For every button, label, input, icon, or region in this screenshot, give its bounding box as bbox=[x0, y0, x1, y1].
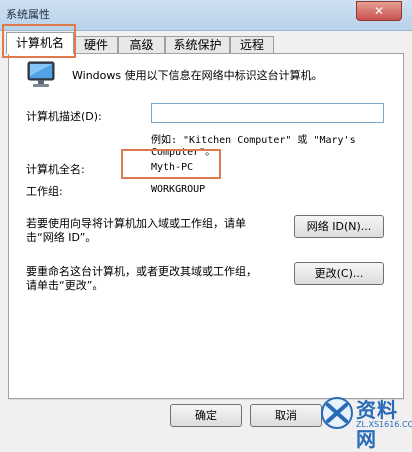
workgroup-value: WORKGROUP bbox=[151, 184, 206, 195]
full-name-highlight-frame bbox=[121, 149, 221, 179]
watermark: 资料网 ZL.XS1616.COM bbox=[320, 392, 412, 451]
intro-text: Windows 使用以下信息在网络中标识这台计算机。 bbox=[72, 69, 323, 82]
close-button[interactable]: ✕ bbox=[356, 1, 402, 21]
cancel-button[interactable]: 取消 bbox=[250, 404, 322, 427]
window-title: 系统属性 bbox=[6, 8, 50, 21]
description-label: 计算机描述(D): bbox=[26, 110, 102, 123]
ok-button[interactable]: 确定 bbox=[170, 404, 242, 427]
computer-icon bbox=[27, 61, 55, 87]
change-button[interactable]: 更改(C)... bbox=[294, 262, 384, 285]
watermark-url: ZL.XS1616.COM bbox=[356, 420, 412, 429]
description-input[interactable] bbox=[151, 103, 384, 123]
tab-advanced[interactable]: 高级 bbox=[118, 36, 165, 53]
close-icon: ✕ bbox=[373, 4, 385, 18]
tab-strip: 计算机名 硬件 高级 系统保护 远程 bbox=[0, 30, 412, 54]
title-bar: 系统属性 ✕ bbox=[0, 0, 412, 31]
watermark-logo-icon bbox=[321, 397, 353, 429]
tab-computer-name[interactable]: 计算机名 bbox=[6, 32, 74, 54]
network-id-text-line2: 击“网络 ID”。 bbox=[26, 231, 97, 244]
rename-text-line2: 请单击“更改”。 bbox=[26, 279, 104, 292]
network-id-button[interactable]: 网络 ID(N)... bbox=[294, 215, 384, 238]
tab-system-protection[interactable]: 系统保护 bbox=[165, 36, 230, 53]
tab-hardware[interactable]: 硬件 bbox=[74, 36, 118, 53]
tab-remote[interactable]: 远程 bbox=[230, 36, 274, 53]
full-name-label: 计算机全名: bbox=[26, 163, 85, 176]
workgroup-label: 工作组: bbox=[26, 185, 63, 198]
